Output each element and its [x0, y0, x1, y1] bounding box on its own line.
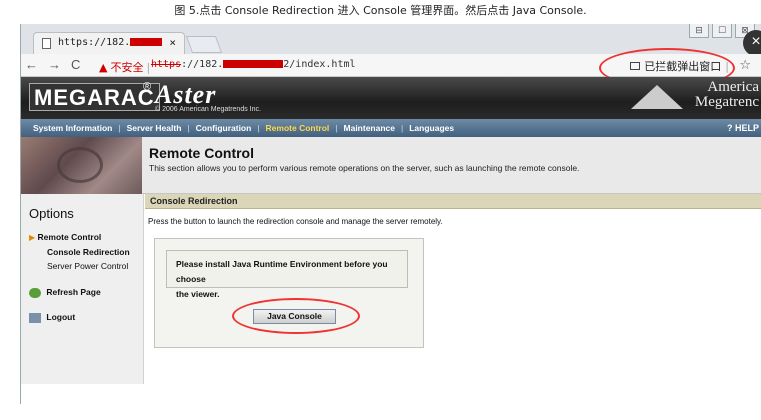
ami-pyramid-icon — [631, 85, 683, 109]
new-tab-button[interactable] — [185, 36, 223, 53]
page-banner: Remote Control This section allows you t… — [21, 137, 761, 194]
url-scheme: https — [151, 59, 182, 70]
menu-languages[interactable]: Languages — [409, 123, 454, 133]
sidebar-item-label: Remote Control — [37, 232, 102, 242]
figure-caption: 图 5.点击 Console Redirection 进入 Console 管理… — [174, 4, 587, 17]
refresh-icon — [29, 287, 41, 298]
brand-line-1: America — [707, 79, 759, 95]
sidebar-item-remote-control[interactable]: ▶ Remote Control — [29, 232, 101, 242]
brand-line-2: Megatrenc — [694, 94, 759, 110]
menu-separator: | — [401, 123, 404, 133]
warning-icon: ▲ — [99, 60, 108, 74]
menu-server-health[interactable]: Server Health — [127, 123, 182, 133]
menu-separator: | — [118, 123, 121, 133]
java-notice: Please install Java Runtime Environment … — [166, 250, 408, 299]
nav-buttons: ← → C — [25, 58, 80, 72]
expand-arrow-icon: ▶ — [29, 233, 36, 242]
app-header: MEGARAC ® Aster © 2006 American Megatren… — [21, 77, 761, 119]
copyright: © 2006 American Megatrends Inc. — [155, 106, 261, 113]
sidebar: Options ▶ Remote Control Console Redirec… — [21, 194, 144, 384]
page-description: This section allows you to perform vario… — [149, 163, 580, 173]
close-window-icon[interactable]: × — [743, 30, 761, 56]
megarac-logo: MEGARAC — [29, 83, 160, 111]
url-input[interactable]: https://182. 2/index.html — [151, 59, 356, 70]
forward-icon[interactable]: → — [48, 58, 61, 72]
sidebar-item-refresh-page[interactable]: Refresh Page — [29, 287, 101, 298]
url-divider: | — [146, 60, 151, 74]
ami-brand: America Megatrenc — [695, 80, 759, 110]
menu-maintenance[interactable]: Maintenance — [344, 123, 396, 133]
page-title: Remote Control — [149, 145, 254, 161]
sidebar-item-label: Logout — [46, 312, 76, 322]
sidebar-item-logout[interactable]: Logout — [29, 312, 75, 323]
tab-title: https://182. — [58, 37, 131, 48]
annotation-circle-button — [232, 298, 360, 334]
menu-separator: | — [187, 123, 190, 133]
minimize-button[interactable]: ⊟ — [689, 24, 709, 38]
help-button[interactable]: ? HELP — [727, 123, 759, 133]
section-header: Console Redirection — [145, 194, 761, 209]
maximize-button[interactable]: ☐ — [712, 24, 732, 38]
menu-configuration[interactable]: Configuration — [196, 123, 252, 133]
security-warning-label: 不安全 — [110, 61, 144, 74]
banner-image — [21, 137, 142, 194]
registered-mark: ® — [143, 81, 152, 93]
console-panel: Please install Java Runtime Environment … — [154, 238, 424, 348]
browser-window: https://182. × ⊟ ☐ ⊠ × ← → C ▲ 不安全 | htt… — [20, 24, 761, 404]
logout-icon — [29, 312, 41, 323]
url-path: 2/index.html — [283, 59, 356, 70]
help-label: HELP — [734, 123, 759, 133]
reload-icon[interactable]: C — [71, 58, 80, 72]
menu-system-information[interactable]: System Information — [33, 123, 112, 133]
main-panel: Console Redirection Press the button to … — [145, 194, 761, 384]
main-menu: System Information | Server Health | Con… — [21, 119, 761, 137]
sidebar-item-console-redirection[interactable]: Console Redirection — [47, 247, 130, 257]
page-icon — [42, 38, 51, 49]
sidebar-heading: Options — [29, 206, 74, 221]
sidebar-item-label: Refresh Page — [46, 287, 101, 297]
redaction-mark — [130, 38, 163, 46]
instruction-text: Press the button to launch the redirecti… — [148, 217, 443, 226]
tab-close-icon[interactable]: × — [169, 33, 176, 53]
browser-tab[interactable]: https://182. × — [33, 32, 185, 54]
bookmark-star-icon[interactable]: ☆ — [739, 57, 751, 73]
address-bar: ← → C ▲ 不安全 | https://182. 2/index.html 已… — [21, 48, 761, 88]
notice-line-1: Please install Java Runtime Environment … — [176, 259, 388, 284]
menu-separator: | — [335, 123, 338, 133]
back-icon[interactable]: ← — [25, 58, 38, 72]
redaction-mark — [223, 60, 284, 68]
url-host: ://182. — [181, 59, 224, 70]
menu-remote-control[interactable]: Remote Control — [266, 123, 330, 133]
security-warning[interactable]: ▲ 不安全 | — [99, 59, 150, 75]
sidebar-item-server-power-control[interactable]: Server Power Control — [47, 261, 128, 271]
content-area: Options ▶ Remote Control Console Redirec… — [21, 194, 761, 384]
menu-separator: | — [257, 123, 260, 133]
